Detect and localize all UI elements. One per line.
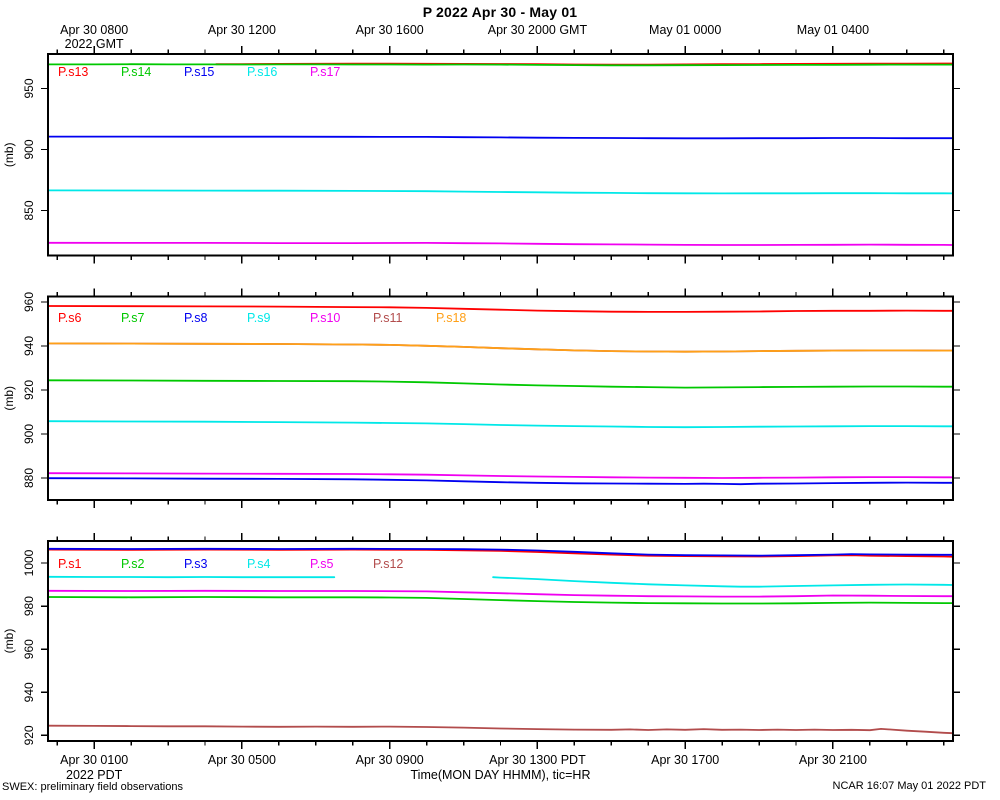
panel-border (47, 540, 954, 742)
series-P.s8-line (48, 477, 953, 486)
series-P.s10-line (48, 472, 953, 479)
legend-P.s18-label: P.s18 (436, 311, 466, 325)
legend-P.s7-label: P.s7 (121, 311, 144, 325)
series-P.s4-line (492, 576, 953, 588)
bottom-axis-label: Apr 30 0500 (208, 753, 276, 767)
panel-3: 920 940 960 980 1000 (mb) P.s1 P.s2 P.s3 P.s4 P.s5… (2, 533, 960, 749)
top-axis-label: Apr 30 0800 (60, 23, 128, 37)
y-tick-label: 960 (22, 639, 36, 659)
series-group (48, 547, 953, 735)
legend-P.s1-label: P.s1 (58, 557, 81, 571)
legend-P.s17-label: P.s17 (310, 65, 340, 79)
y-tick-label: 880 (22, 468, 36, 488)
panel-border (47, 53, 954, 257)
top-axis-label: May 01 0000 (649, 23, 721, 37)
legend-P.s11-label: P.s11 (373, 311, 402, 325)
series-P.s2-line (48, 596, 953, 605)
bottom-axis-label: Apr 30 1700 (651, 753, 719, 767)
legend-P.s5-label: P.s5 (310, 557, 333, 571)
y-tick-label: 920 (22, 725, 36, 745)
bottom-axis-label: Apr 30 2100 (799, 753, 867, 767)
legend-P.s4-label: P.s4 (247, 557, 270, 571)
top-axis-label: Apr 30 1200 (208, 23, 276, 37)
series-P.s7-line (48, 379, 953, 389)
y-tick-label: 1000 (22, 549, 36, 576)
y-axis-title: (mb) (2, 142, 16, 167)
panel-border (47, 295, 954, 501)
y-tick-label: 940 (22, 682, 36, 702)
legend-P.s8-label: P.s8 (184, 311, 207, 325)
series-P.s5-line (48, 589, 953, 598)
series-P.s9-line (48, 420, 953, 429)
y-ticks (41, 562, 960, 737)
legend-P.s3-label: P.s3 (184, 557, 207, 571)
bottom-axis-label: Apr 30 0100 (60, 753, 128, 767)
y-ticks (41, 301, 960, 479)
footer-credit-right: NCAR 16:07 May 01 2022 PDT (832, 780, 986, 792)
top-axis-label: 2022 GMT (65, 37, 124, 51)
y-axis-title: (mb) (2, 629, 16, 654)
plot-window: P 2022 Apr 30 - May 01 850 900 950 (mb) P.s1… (0, 0, 1000, 800)
legend-P.s9-label: P.s9 (247, 311, 270, 325)
x-axis-title: Time(MON DAY HHMM), tic=HR (411, 768, 591, 782)
panel-2: 880 900 920 940 960 (mb) P.s6 P.s7 P.s8 P.s9 P.s10… (2, 288, 960, 508)
series-group (48, 62, 953, 246)
bottom-axis-label: 2022 PDT (66, 768, 123, 782)
series-P.s18-line (48, 342, 953, 353)
legend-P.s13-label: P.s13 (58, 65, 88, 79)
legend-P.s6-label: P.s6 (58, 311, 81, 325)
legend-P.s16-label: P.s16 (247, 65, 277, 79)
y-tick-label: 920 (22, 380, 36, 400)
series-P.s12-line (48, 724, 953, 735)
y-tick-label: 940 (22, 336, 36, 356)
legend-P.s2-label: P.s2 (121, 557, 144, 571)
y-tick-label: 850 (22, 200, 36, 220)
y-tick-label: 980 (22, 596, 36, 616)
bottom-axis-label: Apr 30 0900 (356, 753, 424, 767)
y-tick-label: 900 (22, 424, 36, 444)
footer-annotation-left: SWEX: preliminary field observations (2, 781, 183, 793)
series-P.s15-line (48, 135, 953, 140)
legend-P.s15-label: P.s15 (184, 65, 214, 79)
panel-1: 850 900 950 (mb) P.s13 P.s14 P.s15 P.s16 P.s17 (2, 46, 960, 264)
bottom-axis-label: Apr 30 1300 PDT (489, 753, 586, 767)
top-axis-label: Apr 30 1600 (356, 23, 424, 37)
top-axis-label: Apr 30 2000 GMT (488, 23, 588, 37)
y-tick-label: 900 (22, 139, 36, 159)
pressure-timeseries-chart: 850 900 950 (mb) P.s13 P.s14 P.s15 P.s16 P.s17 88… (2, 23, 960, 782)
legend-P.s12-label: P.s12 (373, 557, 403, 571)
y-tick-label: 960 (22, 292, 36, 312)
top-axis-label: May 01 0400 (797, 23, 869, 37)
y-tick-label: 950 (22, 78, 36, 98)
series-P.s16-line (48, 189, 953, 195)
series-P.s17-line (48, 241, 953, 246)
legend-P.s14-label: P.s14 (121, 65, 151, 79)
legend-P.s10-label: P.s10 (310, 311, 340, 325)
y-axis-title: (mb) (2, 386, 16, 411)
series-group (48, 305, 953, 486)
